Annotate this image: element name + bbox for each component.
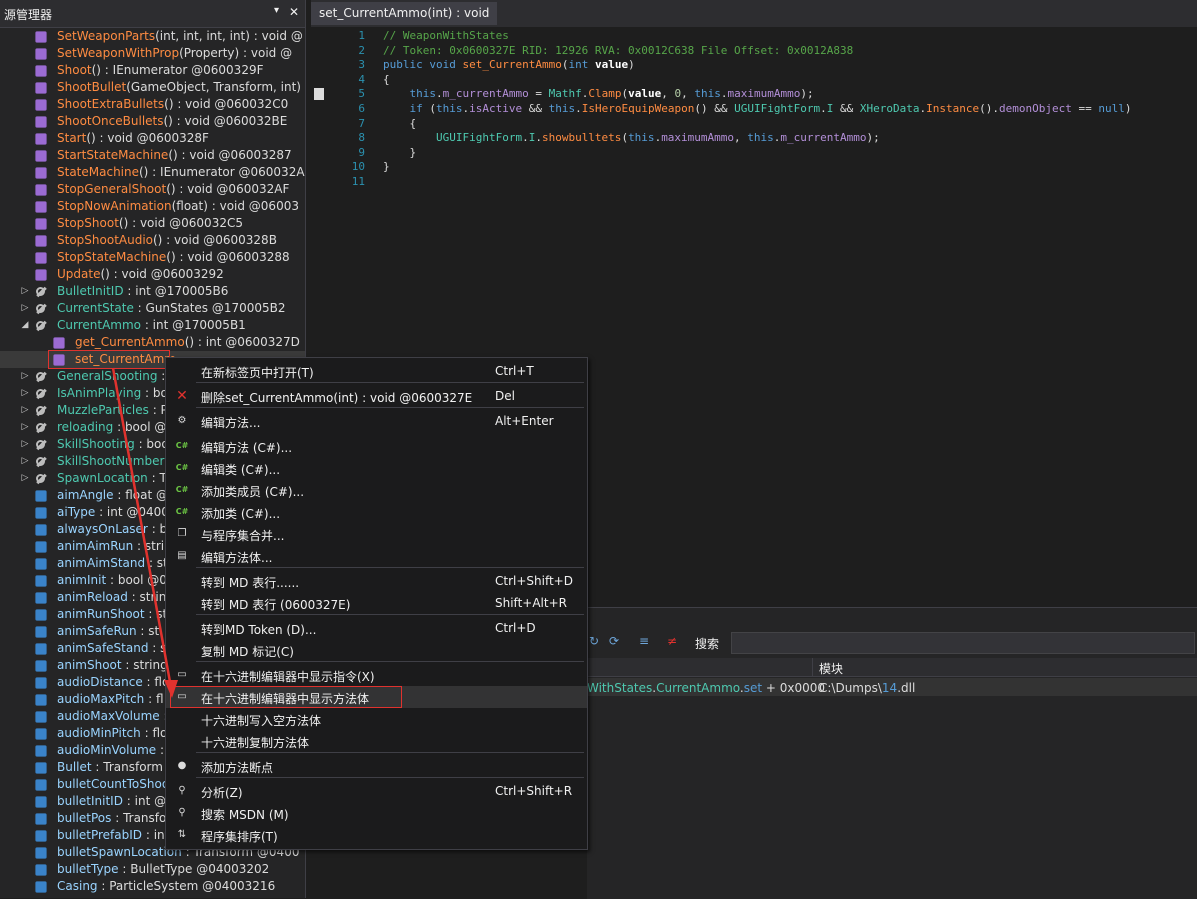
annotation-arrow — [111, 367, 178, 698]
